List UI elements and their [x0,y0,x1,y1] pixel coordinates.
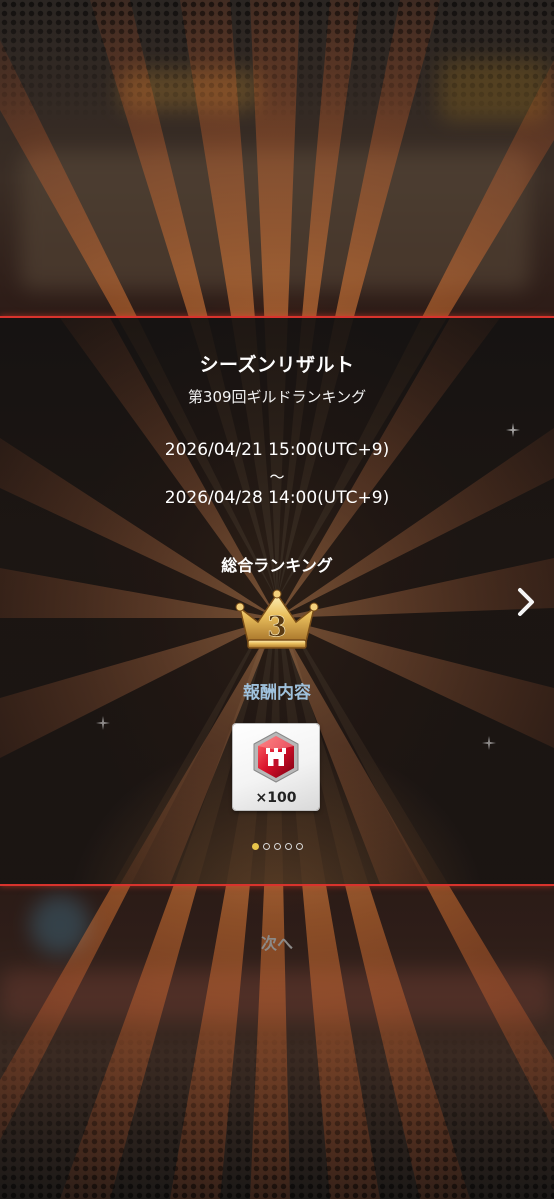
next-button-label: 次へ [260,934,293,953]
halftone-overlay-bottom [0,1029,554,1199]
guild-castle-gem-icon [253,731,299,783]
page-dot[interactable] [295,843,303,850]
ranking-subtitle: 第309回ギルドランキング [187,388,367,406]
sparkle-icon [96,716,110,730]
chevron-right-icon[interactable] [515,586,537,618]
page-indicator [0,843,554,850]
reward-quantity: ×100 [255,790,297,806]
sparkle-icon [506,423,520,437]
rank-number: 3 [267,610,286,643]
season-result-screen: シーズンリザルト 第309回ギルドランキング 2026/04/21 15:00(… [0,0,554,1199]
page-dot[interactable] [273,843,281,850]
overall-ranking-label: 総合ランキング [221,556,333,575]
result-panel: シーズンリザルト 第309回ギルドランキング 2026/04/21 15:00(… [0,316,554,886]
page-dot[interactable] [262,843,270,850]
page-dot[interactable] [284,843,292,850]
period-separator: ～ [269,468,285,486]
halftone-overlay-top [0,0,554,120]
period-end: 2026/04/28 14:00(UTC+9) [164,488,390,508]
reward-item-card[interactable]: ×100 [233,724,319,810]
next-button[interactable]: 次へ [117,914,437,970]
period-start: 2026/04/21 15:00(UTC+9) [164,440,390,460]
reward-heading: 報酬内容 [243,683,311,703]
page-dot-active[interactable] [251,843,259,850]
sparkle-icon [482,736,496,750]
crown-icon: 3 [235,589,319,649]
screen-title: シーズンリザルト [199,354,355,376]
